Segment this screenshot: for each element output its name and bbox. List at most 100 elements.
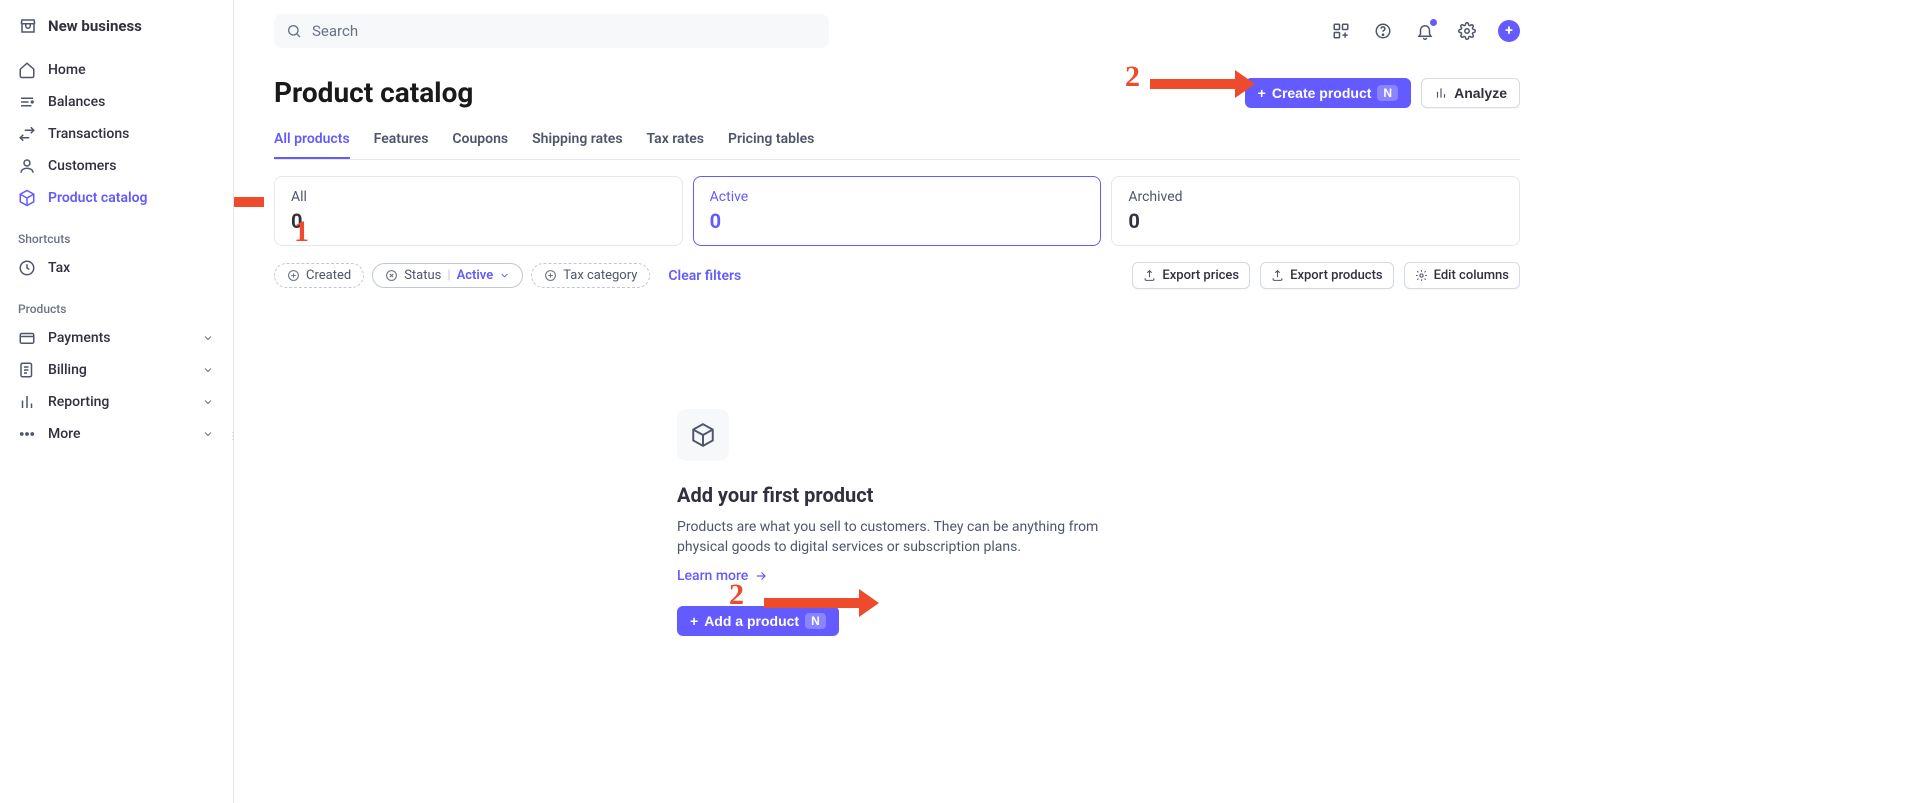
notifications-icon[interactable] — [1414, 20, 1436, 42]
product-catalog-icon — [18, 189, 36, 207]
empty-icon-container — [677, 409, 729, 461]
tab-tax-rates[interactable]: Tax rates — [647, 121, 704, 159]
home-icon — [18, 61, 36, 79]
create-product-button[interactable]: + Create product N — [1245, 78, 1411, 108]
annotation-arrow-1 — [234, 188, 264, 216]
stat-cards: All 0 Active 0 Archived 0 — [274, 176, 1520, 246]
settings-icon[interactable] — [1456, 20, 1478, 42]
analyze-button[interactable]: Analyze — [1421, 78, 1520, 108]
stat-label: All — [291, 189, 666, 205]
nav-label: Balances — [48, 94, 105, 110]
annotation-arrow-2-top — [1150, 70, 1255, 98]
notification-dot — [1430, 19, 1437, 26]
nav-product-catalog[interactable]: Product catalog — [0, 182, 233, 214]
nav-reporting[interactable]: Reporting — [0, 386, 233, 418]
customers-icon — [18, 157, 36, 175]
nav-transactions[interactable]: Transactions — [0, 118, 233, 150]
nav-label: More — [48, 426, 81, 442]
button-label: Create product — [1272, 85, 1372, 101]
chevron-down-icon — [201, 331, 215, 345]
tab-coupons[interactable]: Coupons — [452, 121, 508, 159]
billing-icon — [18, 361, 36, 379]
nav-label: Billing — [48, 362, 87, 378]
filter-row: Created Status | Active Tax category Cle… — [274, 262, 1520, 289]
stat-archived[interactable]: Archived 0 — [1111, 176, 1520, 246]
storefront-icon — [18, 16, 38, 36]
bar-chart-icon — [1434, 86, 1448, 100]
shortcuts-heading: Shortcuts — [0, 214, 233, 252]
balances-icon — [18, 93, 36, 111]
annotation-number-2-top: 2 — [1125, 60, 1140, 94]
nav-label: Home — [48, 62, 86, 78]
filter-label: Tax category — [563, 268, 637, 283]
empty-title: Add your first product — [677, 483, 1117, 507]
export-icon — [1271, 269, 1284, 282]
main-content: Search + Product catalog + Create produc… — [234, 0, 1550, 803]
filter-tax-category[interactable]: Tax category — [531, 263, 650, 288]
wallet-icon — [18, 329, 36, 347]
reporting-icon — [18, 393, 36, 411]
nav-label: Tax — [48, 260, 70, 276]
package-icon — [690, 422, 716, 448]
filter-label: Created — [306, 268, 351, 283]
button-label: Export products — [1290, 268, 1383, 283]
stat-value: 0 — [1128, 209, 1503, 233]
quick-create-button[interactable]: + — [1498, 20, 1520, 42]
arrow-right-icon — [754, 569, 768, 583]
filter-status[interactable]: Status | Active — [372, 263, 523, 288]
annotation-arrow-2-bottom — [764, 589, 879, 617]
button-label: Export prices — [1162, 268, 1239, 283]
nav-billing[interactable]: Billing — [0, 354, 233, 386]
nav-tax[interactable]: Tax — [0, 252, 233, 284]
tab-pricing-tables[interactable]: Pricing tables — [728, 121, 814, 159]
help-icon[interactable] — [1372, 20, 1394, 42]
more-icon — [18, 425, 36, 443]
export-products-button[interactable]: Export products — [1260, 262, 1394, 289]
nav-home[interactable]: Home — [0, 54, 233, 86]
x-circle-icon — [385, 269, 398, 282]
apps-icon[interactable] — [1330, 20, 1352, 42]
nav-customers[interactable]: Customers — [0, 150, 233, 182]
nav-label: Customers — [48, 158, 116, 174]
business-name: New business — [48, 17, 142, 35]
tab-shipping-rates[interactable]: Shipping rates — [532, 121, 622, 159]
filter-label: Status — [404, 268, 441, 283]
nav-label: Payments — [48, 330, 111, 346]
stat-all[interactable]: All 0 — [274, 176, 683, 246]
clock-icon — [18, 259, 36, 277]
chevron-down-icon — [201, 427, 215, 441]
search-input[interactable]: Search — [274, 14, 829, 48]
table-actions: Export prices Export products Edit colum… — [1132, 262, 1520, 289]
filter-value: Active — [457, 268, 494, 283]
page-title: Product catalog — [274, 76, 473, 109]
stat-value: 0 — [710, 209, 1085, 233]
products-heading: Products — [0, 284, 233, 322]
search-placeholder: Search — [312, 22, 358, 40]
annotation-number-1: 1 — [294, 215, 309, 249]
learn-more-link[interactable]: Learn more — [677, 568, 768, 584]
nav-payments[interactable]: Payments — [0, 322, 233, 354]
tab-all-products[interactable]: All products — [274, 121, 350, 159]
edit-columns-button[interactable]: Edit columns — [1404, 262, 1520, 289]
clear-filters-link[interactable]: Clear filters — [668, 268, 741, 284]
business-switcher[interactable]: New business — [0, 16, 233, 54]
nav-balances[interactable]: Balances — [0, 86, 233, 118]
tabs: All products Features Coupons Shipping r… — [274, 121, 1520, 160]
transactions-icon — [18, 125, 36, 143]
tab-features[interactable]: Features — [374, 121, 429, 159]
annotation-number-2-bottom: 2 — [729, 578, 744, 612]
page-header: Product catalog + Create product N Analy… — [274, 76, 1520, 109]
plus-circle-icon — [544, 269, 557, 282]
stat-active[interactable]: Active 0 — [693, 176, 1102, 246]
nav-label: Transactions — [48, 126, 129, 142]
button-label: Edit columns — [1434, 268, 1509, 283]
keyboard-shortcut-badge: N — [1377, 85, 1398, 101]
filter-created[interactable]: Created — [274, 263, 364, 288]
stat-label: Archived — [1128, 189, 1503, 205]
nav-more[interactable]: More — [0, 418, 233, 450]
header-actions: + Create product N Analyze — [1245, 78, 1520, 108]
plus-circle-icon — [287, 269, 300, 282]
export-prices-button[interactable]: Export prices — [1132, 262, 1250, 289]
plus-icon: + — [1258, 85, 1266, 101]
chevron-down-icon — [201, 395, 215, 409]
